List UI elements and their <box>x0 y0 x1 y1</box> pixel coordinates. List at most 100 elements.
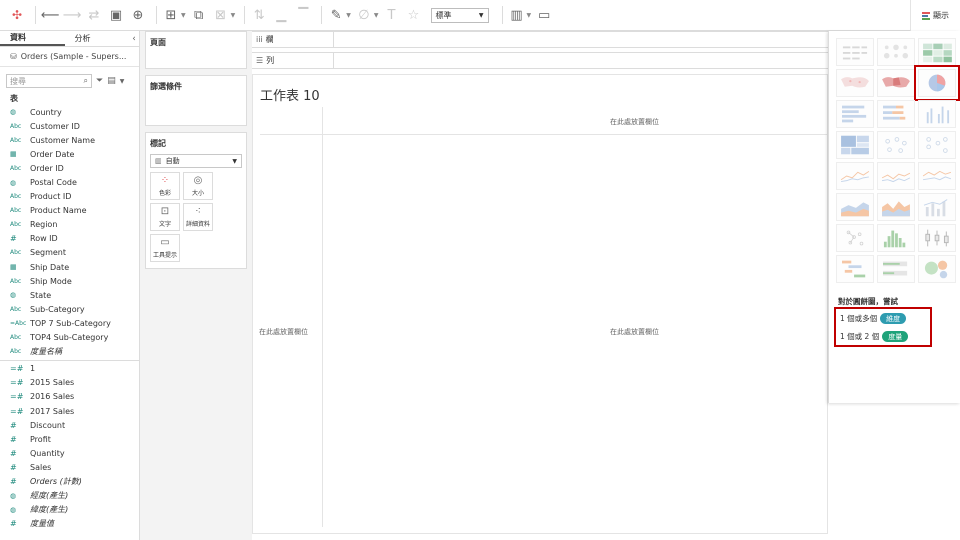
field-item[interactable]: Abc 度量名稱 <box>0 345 139 359</box>
fit-select[interactable]: 標準 ▼ <box>430 7 489 23</box>
field-item[interactable]: =# 2017 Sales <box>0 404 139 418</box>
box-whisker-thumb[interactable] <box>918 224 956 252</box>
horizontal-bars-thumb[interactable] <box>836 100 874 128</box>
field-item[interactable]: ▦ Ship Date <box>0 260 139 274</box>
packed-bubbles-thumb[interactable] <box>918 255 956 283</box>
pin-icon[interactable]: ☆ <box>405 6 423 24</box>
datasource-item[interactable]: ⛁ Orders (Sample - Supers... <box>0 47 139 67</box>
field-item[interactable]: =Abc TOP 7 Sub-Category <box>0 316 139 330</box>
circle-views-thumb[interactable] <box>877 131 915 159</box>
worksheet-canvas[interactable]: 工作表 10 在此處放置欄位 在此處放置欄位 在此處放置欄位 <box>252 74 829 534</box>
view-options-icon[interactable]: ▤ <box>107 76 116 86</box>
highlight-table-thumb[interactable] <box>918 38 956 66</box>
continuous-lines-thumb[interactable] <box>836 162 874 190</box>
sheet-title[interactable]: 工作表 10 <box>260 85 320 104</box>
chevron-down-icon[interactable]: ▼ <box>527 12 532 19</box>
sort-descending-icon[interactable]: ▔ <box>294 6 312 24</box>
field-item[interactable]: Abc Order ID <box>0 161 139 175</box>
field-item[interactable]: ◍ 緯度(產生) <box>0 503 139 517</box>
field-item[interactable]: # Quantity <box>0 446 139 460</box>
scatter-plot-thumb[interactable] <box>836 224 874 252</box>
field-item[interactable]: # Discount <box>0 418 139 432</box>
drop-zone-columns[interactable]: 在此處放置欄位 <box>610 117 659 127</box>
dual-lines-thumb[interactable] <box>918 162 956 190</box>
field-item[interactable]: =# 1 <box>0 362 139 376</box>
sort-ascending-icon[interactable]: ▁ <box>272 6 290 24</box>
field-item[interactable]: ▦ Order Date <box>0 147 139 161</box>
tab-data[interactable]: 資料 <box>0 31 65 46</box>
field-item[interactable]: Abc TOP4 Sub-Category <box>0 331 139 345</box>
swap-arrows-icon[interactable]: ⇄ <box>85 6 103 24</box>
redo-icon[interactable]: ⟶ <box>63 6 82 24</box>
show-me-button[interactable]: 顯示 <box>910 0 960 31</box>
filters-card[interactable]: 篩選條件 <box>145 75 247 126</box>
stacked-bars-thumb[interactable] <box>877 100 915 128</box>
drop-zone-rows[interactable]: 在此處放置欄位 <box>259 327 308 337</box>
field-item[interactable]: # Orders (計數) <box>0 474 139 488</box>
area-continuous-thumb[interactable] <box>836 193 874 221</box>
heat-map-thumb[interactable] <box>877 38 915 66</box>
side-by-side-circles-thumb[interactable] <box>918 131 956 159</box>
field-item[interactable]: =# 2015 Sales <box>0 376 139 390</box>
field-item[interactable]: ◍ 經度(產生) <box>0 489 139 503</box>
discrete-lines-thumb[interactable] <box>877 162 915 190</box>
columns-shelf[interactable]: iii 欄 <box>252 31 828 48</box>
size-button[interactable]: ◎ 大小 <box>183 172 213 200</box>
field-item[interactable]: Abc Ship Mode <box>0 274 139 288</box>
duplicate-sheet-icon[interactable]: ⧉ <box>190 6 208 24</box>
undo-icon[interactable]: ⟵ <box>41 6 60 24</box>
field-item[interactable]: Abc Region <box>0 218 139 232</box>
save-icon[interactable]: ▣ <box>107 6 125 24</box>
field-item[interactable]: ◍ Country <box>0 105 139 119</box>
filter-icon[interactable]: ⏷ <box>96 76 103 86</box>
field-item[interactable]: Abc Customer ID <box>0 119 139 133</box>
chevron-down-icon[interactable]: ▼ <box>120 78 125 85</box>
dual-combination-thumb[interactable] <box>918 193 956 221</box>
field-item[interactable]: # Row ID <box>0 232 139 246</box>
chevron-down-icon[interactable]: ▼ <box>231 12 236 19</box>
new-datasource-icon[interactable]: ⊕ <box>129 6 147 24</box>
new-worksheet-icon[interactable]: ⊞ <box>162 6 180 24</box>
field-item[interactable]: # Profit <box>0 432 139 446</box>
chevron-down-icon[interactable]: ▼ <box>346 12 351 19</box>
pie-chart-thumb[interactable] <box>914 65 960 101</box>
highlight-icon[interactable]: ✎ <box>327 6 345 24</box>
histogram-thumb[interactable] <box>877 224 915 252</box>
field-item[interactable]: Abc Segment <box>0 246 139 260</box>
treemap-thumb[interactable] <box>836 131 874 159</box>
mark-type-select[interactable]: ▥ 自動 ▼ <box>150 154 242 168</box>
swap-rows-columns-icon[interactable]: ⇅ <box>250 6 268 24</box>
group-clip-icon[interactable]: ∅ <box>355 6 373 24</box>
show-cards-icon[interactable]: ▥ <box>508 6 526 24</box>
tab-analytics[interactable]: 分析 <box>65 31 130 46</box>
color-button[interactable]: ⁘ 色彩 <box>150 172 180 200</box>
side-by-side-bars-thumb[interactable] <box>918 100 956 128</box>
tableau-logo-icon[interactable]: ✣ <box>8 6 26 24</box>
chevron-down-icon[interactable]: ▼ <box>181 12 186 19</box>
collapse-pane-icon[interactable]: ‹ <box>129 31 139 46</box>
field-item[interactable]: # 度量值 <box>0 517 139 531</box>
search-input[interactable]: 搜尋 ⌕ <box>6 74 92 88</box>
filled-map-thumb[interactable] <box>877 69 915 97</box>
bullet-graph-thumb[interactable] <box>877 255 915 283</box>
field-item[interactable]: # Sales <box>0 460 139 474</box>
detail-button[interactable]: ⁖ 詳細資料 <box>183 203 213 231</box>
presentation-mode-icon[interactable]: ▭ <box>535 6 553 24</box>
field-item[interactable]: ◍ Postal Code <box>0 175 139 189</box>
gantt-chart-thumb[interactable] <box>836 255 874 283</box>
text-button[interactable]: ⊡ 文字 <box>150 203 180 231</box>
field-item[interactable]: Abc Sub-Category <box>0 302 139 316</box>
labels-icon[interactable]: T <box>383 6 401 24</box>
symbol-map-thumb[interactable] <box>836 69 874 97</box>
rows-shelf[interactable]: ☰ 列 <box>252 52 828 69</box>
chevron-down-icon[interactable]: ▼ <box>374 12 379 19</box>
drop-zone-center[interactable]: 在此處放置欄位 <box>610 327 659 337</box>
field-item[interactable]: Abc Product Name <box>0 204 139 218</box>
pages-card[interactable]: 頁面 <box>145 31 247 69</box>
clear-sheet-icon[interactable]: ⊠ <box>212 6 230 24</box>
text-table-thumb[interactable] <box>836 38 874 66</box>
field-item[interactable]: Abc Customer Name <box>0 133 139 147</box>
field-item[interactable]: Abc Product ID <box>0 190 139 204</box>
tooltip-button[interactable]: ▭ 工具提示 <box>150 234 180 262</box>
area-discrete-thumb[interactable] <box>877 193 915 221</box>
